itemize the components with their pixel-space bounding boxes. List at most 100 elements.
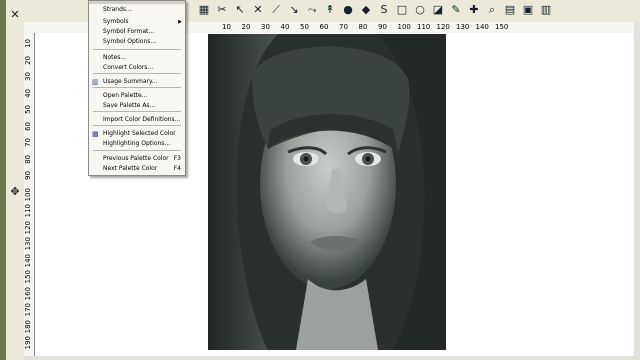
vruler-label: 50	[24, 105, 32, 114]
menu-separator	[93, 73, 181, 74]
grid-icon[interactable]: ▤	[502, 2, 518, 18]
hruler-label: 80	[358, 23, 368, 31]
hruler-label: 70	[339, 23, 348, 31]
menu-item-label: Symbols	[103, 18, 129, 25]
menu-item[interactable]: Save Palette As...	[89, 101, 185, 111]
hruler-label: 90	[378, 23, 387, 31]
menu-item[interactable]: Previous Palette Color F3	[89, 154, 185, 164]
hruler-label: 30	[261, 23, 270, 31]
long-stitch-icon[interactable]: ↟	[322, 2, 338, 18]
ellipse-icon[interactable]: ○	[412, 2, 428, 18]
menu-item-shortcut: F4	[173, 165, 181, 172]
vruler-label: 150	[24, 270, 32, 284]
eyedropper-icon[interactable]: ✎	[448, 2, 464, 18]
vruler-label: 70	[24, 138, 32, 147]
vertical-ruler: 10 20 30 40 50 60 70 80 90 100 110 120 130 140 150 160 1…	[24, 33, 35, 360]
text-icon[interactable]: S	[376, 2, 392, 18]
vruler-label: 120	[24, 220, 32, 234]
vruler-label: 140	[24, 253, 32, 267]
chart-icon: ▥	[92, 78, 99, 86]
paint-icon[interactable]: ✚	[466, 2, 482, 18]
hruler-label: 130	[456, 23, 470, 31]
menu-separator	[93, 111, 181, 112]
portrait-illustration	[208, 34, 446, 350]
vruler-label: 160	[24, 286, 32, 300]
menu-item-label: Symbol Format...	[103, 28, 155, 35]
menu-item[interactable]: Notes...	[89, 53, 185, 63]
vruler-label: 20	[24, 55, 32, 65]
select-arrow-icon[interactable]: ↖	[232, 2, 248, 18]
menu-item-label: Import Color Definitions...	[103, 116, 181, 123]
vruler-label: 170	[24, 303, 32, 317]
menu-item-label: Highlighting Options...	[103, 140, 171, 147]
hruler-label: 50	[300, 23, 309, 31]
menu-item-label: Convert Colors...	[103, 64, 154, 71]
menu-item[interactable]: Import Color Definitions...	[89, 115, 185, 125]
menu-item-label: Highlight Selected Color	[103, 130, 176, 137]
menu-item-label: Usage Summary...	[103, 78, 158, 85]
backstitch-icon[interactable]: ⤳	[304, 2, 320, 18]
bead-icon[interactable]: ◆	[358, 2, 374, 18]
pattern-image[interactable]	[208, 34, 446, 350]
vruler-label: 80	[24, 154, 32, 164]
horizontal-scrollbar[interactable]	[24, 356, 634, 360]
vruler-label: 10	[24, 39, 32, 48]
hruler-label: 10	[222, 23, 231, 31]
left-toolbar: ✕ ✥	[6, 0, 24, 360]
menu-item-shortcut: F3	[173, 155, 181, 162]
menu-item-label: Save Palette As...	[103, 102, 156, 109]
menu-item-label: Open Palette...	[103, 92, 148, 99]
vruler-label: 180	[24, 319, 32, 333]
menu-item-label: Notes...	[103, 54, 127, 61]
hruler-label: 120	[436, 23, 450, 31]
scissors-icon[interactable]: ✂	[214, 2, 230, 18]
hruler-label: 20	[241, 23, 251, 31]
menu-separator	[93, 125, 181, 126]
move-icon[interactable]: ✥	[8, 185, 22, 199]
hruler-label: 150	[495, 23, 509, 31]
menu-item[interactable]: Highlighting Options...	[89, 139, 185, 149]
menu-separator	[93, 49, 181, 50]
hruler-label: 40	[280, 23, 290, 31]
table-icon[interactable]: ▦	[196, 2, 212, 18]
half-stitch-icon[interactable]: ⟋	[268, 2, 284, 18]
vruler-label: 60	[24, 121, 32, 131]
menu-separator	[93, 87, 181, 88]
rectangle-icon[interactable]: □	[394, 2, 410, 18]
vruler-label: 90	[24, 171, 32, 180]
menu-separator	[93, 150, 181, 151]
menu-item[interactable]: Strands...	[89, 5, 185, 15]
hruler-label: 110	[417, 23, 431, 31]
menu-item[interactable]: Symbol Format...	[89, 27, 185, 37]
vruler-label: 30	[24, 72, 32, 81]
toolbar-icons: ▦ ✂ ↖ ✕ ⟋ ↘ ⤳ ↟ ● ◆ S □ ○ ◪ ✎ ✚ ⌕ ▤ ▣ ▥	[196, 2, 554, 20]
options-icon[interactable]: ▥	[538, 2, 554, 18]
vruler-label: 130	[24, 237, 32, 251]
menu-item[interactable]: Symbol Options...	[89, 37, 185, 47]
fill-icon[interactable]: ◪	[430, 2, 446, 18]
vertical-scrollbar[interactable]	[634, 22, 640, 360]
menu-item-label: Previous Palette Color	[103, 155, 169, 162]
highlight-icon: ▩	[92, 130, 99, 138]
vruler-label: 110	[24, 204, 32, 218]
hruler-label: 140	[475, 23, 489, 31]
cross-stitch-icon[interactable]: ✕	[250, 2, 266, 18]
menu-item[interactable]: Next Palette Color F4	[89, 164, 185, 174]
vruler-label: 190	[24, 336, 32, 350]
menu-top-edge	[89, 1, 185, 4]
palette-dropdown-menu: Strands... Symbols ▶ Symbol Format... Symbol…	[88, 0, 186, 176]
menu-item-label: Strands...	[103, 6, 132, 13]
menu-item[interactable]: Open Palette...	[89, 91, 185, 101]
close-icon[interactable]: ✕	[8, 8, 22, 22]
menu-item[interactable]: Symbols ▶	[89, 17, 185, 27]
zoom-icon[interactable]: ⌕	[484, 2, 500, 18]
hruler-label: 100	[397, 23, 411, 31]
quarter-stitch-icon[interactable]: ↘	[286, 2, 302, 18]
view-icon[interactable]: ▣	[520, 2, 536, 18]
menu-item-label: Symbol Options...	[103, 38, 157, 45]
french-knot-icon[interactable]: ●	[340, 2, 356, 18]
menu-item[interactable]: ▥ Usage Summary...	[89, 77, 185, 87]
vruler-label: 100	[24, 187, 32, 201]
menu-item[interactable]: ▩ Highlight Selected Color	[89, 129, 185, 139]
menu-item[interactable]: Convert Colors...	[89, 63, 185, 73]
